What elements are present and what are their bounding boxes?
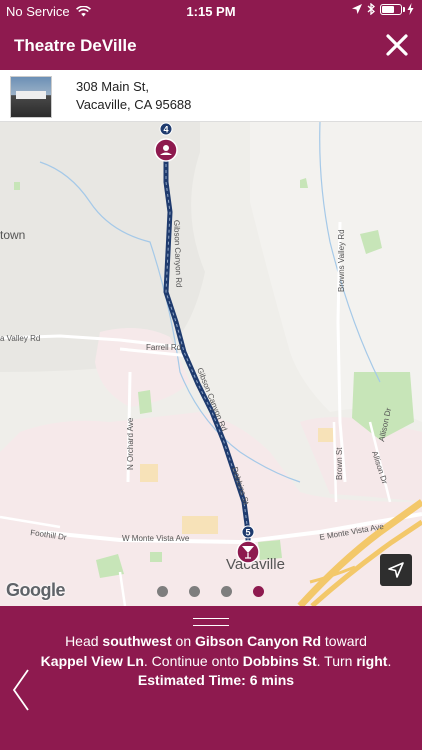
map-label-brown-st: Brown St [335, 447, 344, 480]
directions-panel: Head southwest on Gibson Canyon Rd towar… [0, 606, 422, 750]
dir-road1: Gibson Canyon Rd [195, 633, 322, 649]
address-row: 308 Main St, Vacaville, CA 95688 [0, 70, 422, 122]
status-bar: No Service 1:15 PM [0, 0, 422, 22]
dir-heading: southwest [102, 633, 172, 649]
dir-road2: Kappel View Ln [40, 652, 144, 669]
battery-icon [380, 3, 405, 15]
map-label-browns-valley: Browns Valley Rd [337, 229, 346, 292]
pager-dot[interactable] [157, 586, 168, 597]
step-pager [157, 586, 264, 597]
status-right [352, 3, 414, 15]
map-label-orchard: N Orchard Ave [126, 417, 135, 470]
locate-me-button[interactable] [380, 554, 412, 586]
navigation-arrow-icon [388, 562, 404, 578]
charging-icon [407, 3, 414, 15]
estimated-time: Estimated Time: 6 mins [137, 672, 295, 688]
pager-dot[interactable] [221, 586, 232, 597]
dir-on: on [171, 633, 196, 649]
dir-prefix: Head [65, 633, 103, 649]
dir-turn-direction: right [356, 652, 388, 669]
map-label-w-monte-vista: W Monte Vista Ave [122, 534, 190, 543]
address-line1: 308 Main St, [76, 79, 149, 94]
map-label-town: town [0, 228, 25, 242]
route-map[interactable]: Gibson Canyon Rd Gibson Canyon Rd Dobbin… [0, 122, 422, 606]
venue-address: 308 Main St, Vacaville, CA 95688 [76, 78, 191, 114]
map-label-farrell-rd: Farrell Rd [146, 343, 181, 352]
header-bar: Theatre DeVille [0, 22, 422, 70]
venue-thumbnail [10, 76, 52, 118]
chevron-left-icon[interactable] [10, 668, 32, 712]
dir-toward: toward [321, 633, 367, 649]
pager-dot[interactable] [189, 586, 200, 597]
bluetooth-icon [367, 3, 375, 15]
end-marker-number: 5 [245, 528, 250, 538]
google-attribution: Google [6, 580, 66, 600]
map-label-valley-rd: a Valley Rd [0, 334, 40, 343]
dir-end: . [387, 652, 392, 669]
page-title: Theatre DeVille [14, 36, 137, 55]
map-canvas: Gibson Canyon Rd Gibson Canyon Rd Dobbin… [0, 122, 422, 606]
close-icon[interactable] [384, 32, 410, 58]
drag-handle[interactable] [193, 618, 229, 626]
pager-dot-active[interactable] [253, 586, 264, 597]
direction-text: Head southwest on Gibson Canyon Rd towar… [40, 632, 392, 691]
dir-turn: . Turn [316, 652, 357, 669]
address-line2: Vacaville, CA 95688 [76, 97, 192, 112]
dir-continue: . Continue onto [143, 652, 243, 669]
dir-road3: Dobbins St [242, 652, 317, 669]
start-marker-number: 4 [163, 125, 168, 135]
location-arrow-icon [352, 4, 362, 14]
